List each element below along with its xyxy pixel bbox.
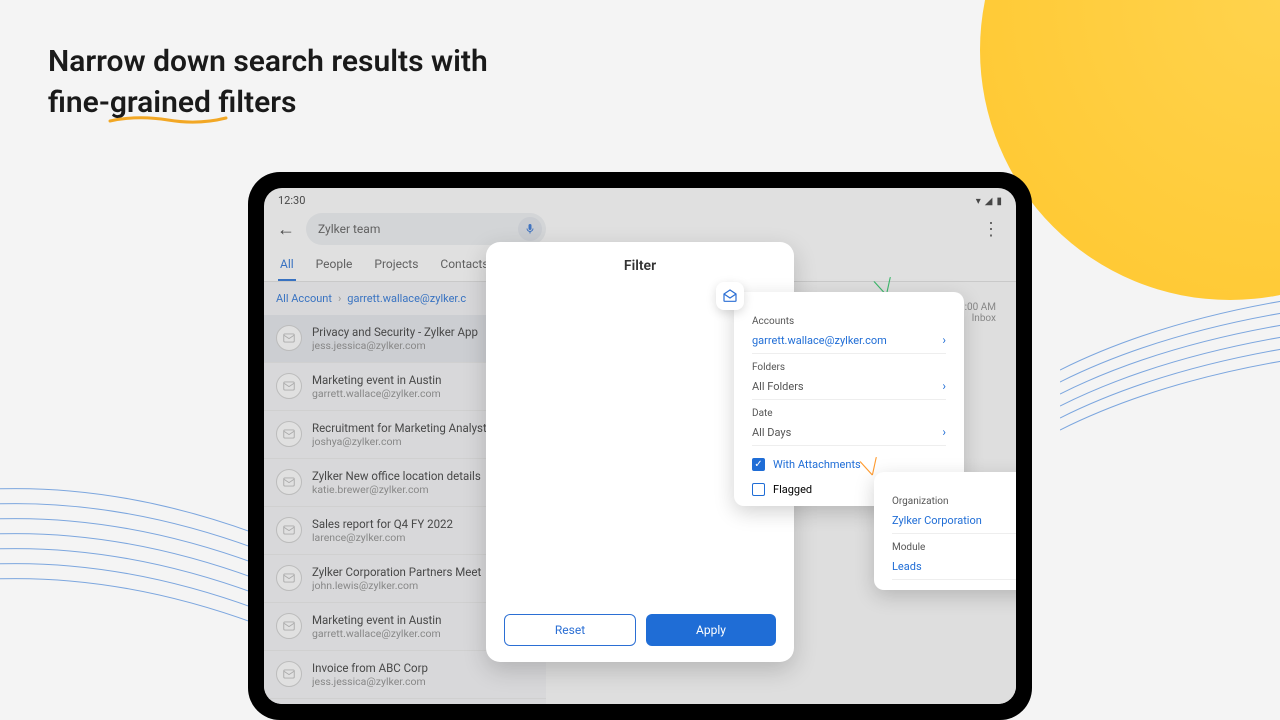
flagged-label: Flagged xyxy=(773,483,812,496)
organization-field[interactable]: Zylker Corporation › xyxy=(892,507,1016,534)
check-icon xyxy=(752,483,765,496)
with-attachments-checkbox[interactable]: ✓ With Attachments xyxy=(752,458,946,471)
folders-label: Folders xyxy=(752,362,946,373)
organization-value: Zylker Corporation xyxy=(892,514,982,527)
check-icon: ✓ xyxy=(752,458,765,471)
reset-button[interactable]: Reset xyxy=(504,614,636,646)
decorative-lines-right xyxy=(1060,290,1280,440)
crm-filter-card: Organization Zylker Corporation › Module… xyxy=(874,472,1016,590)
date-field[interactable]: All Days › xyxy=(752,419,946,446)
module-label: Module xyxy=(892,542,1016,553)
date-value: All Days xyxy=(752,426,791,439)
folders-value: All Folders xyxy=(752,380,804,393)
chevron-right-icon: › xyxy=(942,333,946,347)
with-attachments-label: With Attachments xyxy=(773,458,861,471)
tablet-frame: 12:30 ▾◢▮ ← Zylker team ⋮ All People Pro… xyxy=(248,172,1032,720)
apply-button[interactable]: Apply xyxy=(646,614,776,646)
mail-icon xyxy=(716,282,744,310)
date-label: Date xyxy=(752,408,946,419)
headline-line1: Narrow down search results with xyxy=(48,44,488,79)
module-value: Leads xyxy=(892,560,922,573)
module-field[interactable]: Leads › xyxy=(892,553,1016,580)
filter-title: Filter xyxy=(504,258,776,274)
chevron-right-icon: › xyxy=(942,425,946,439)
organization-label: Organization xyxy=(892,496,1016,507)
accounts-field[interactable]: garrett.wallace@zylker.com › xyxy=(752,327,946,354)
folders-field[interactable]: All Folders › xyxy=(752,373,946,400)
accounts-label: Accounts xyxy=(752,316,946,327)
chevron-right-icon: › xyxy=(942,379,946,393)
decorative-underline xyxy=(108,115,228,125)
screen: 12:30 ▾◢▮ ← Zylker team ⋮ All People Pro… xyxy=(264,188,1016,704)
headline: Narrow down search results with fine-gra… xyxy=(48,42,488,123)
accounts-value: garrett.wallace@zylker.com xyxy=(752,334,887,347)
